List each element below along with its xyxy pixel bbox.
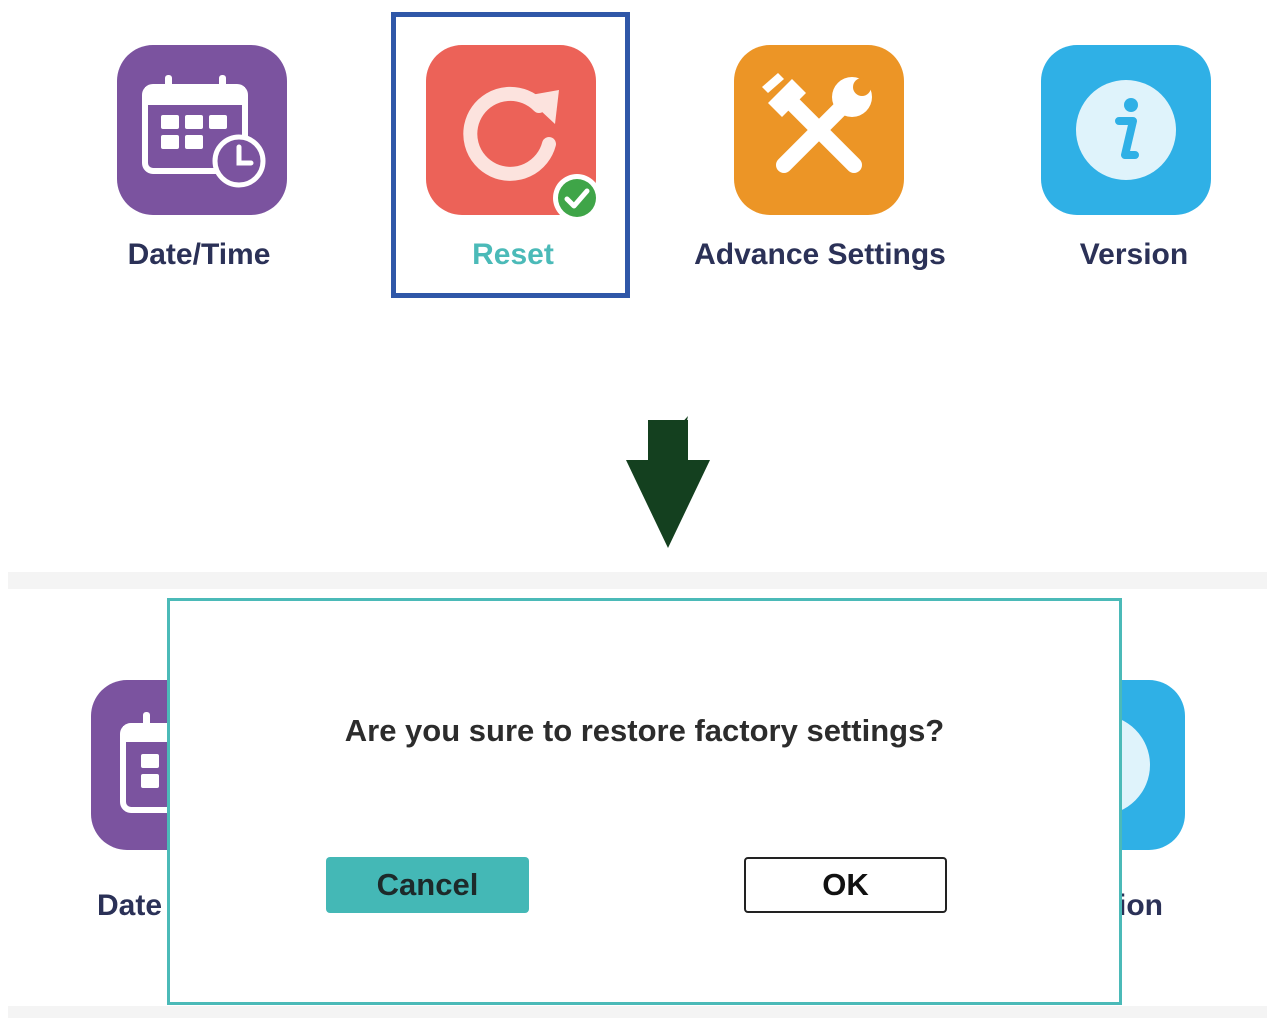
background-menu-label: Date bbox=[97, 889, 163, 922]
selection-highlight bbox=[391, 12, 630, 298]
tools-icon bbox=[734, 45, 904, 215]
menu-item-label: Advance Settings bbox=[694, 238, 946, 271]
dialog-message: Are you sure to restore factory settings… bbox=[344, 713, 945, 748]
confirm-dialog: Are you sure to restore factory settings… bbox=[167, 598, 1122, 1005]
calendar-clock-icon bbox=[117, 45, 287, 215]
down-arrow-icon bbox=[620, 412, 716, 557]
menu-item-label: Version bbox=[1079, 238, 1189, 271]
ok-button[interactable]: OK bbox=[744, 857, 947, 913]
menu-item-label: Date/Time bbox=[127, 238, 271, 271]
background-menu-label: ion bbox=[1118, 889, 1163, 922]
cancel-button[interactable]: Cancel bbox=[326, 857, 529, 913]
info-icon bbox=[1041, 45, 1211, 215]
